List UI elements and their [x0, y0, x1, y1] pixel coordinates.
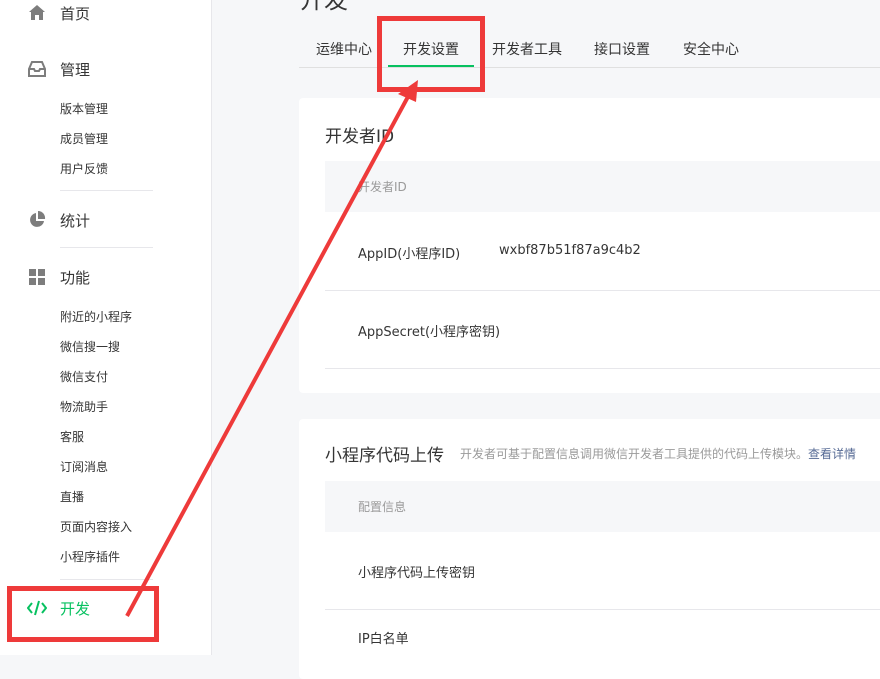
- annotation-arrow: [125, 80, 418, 617]
